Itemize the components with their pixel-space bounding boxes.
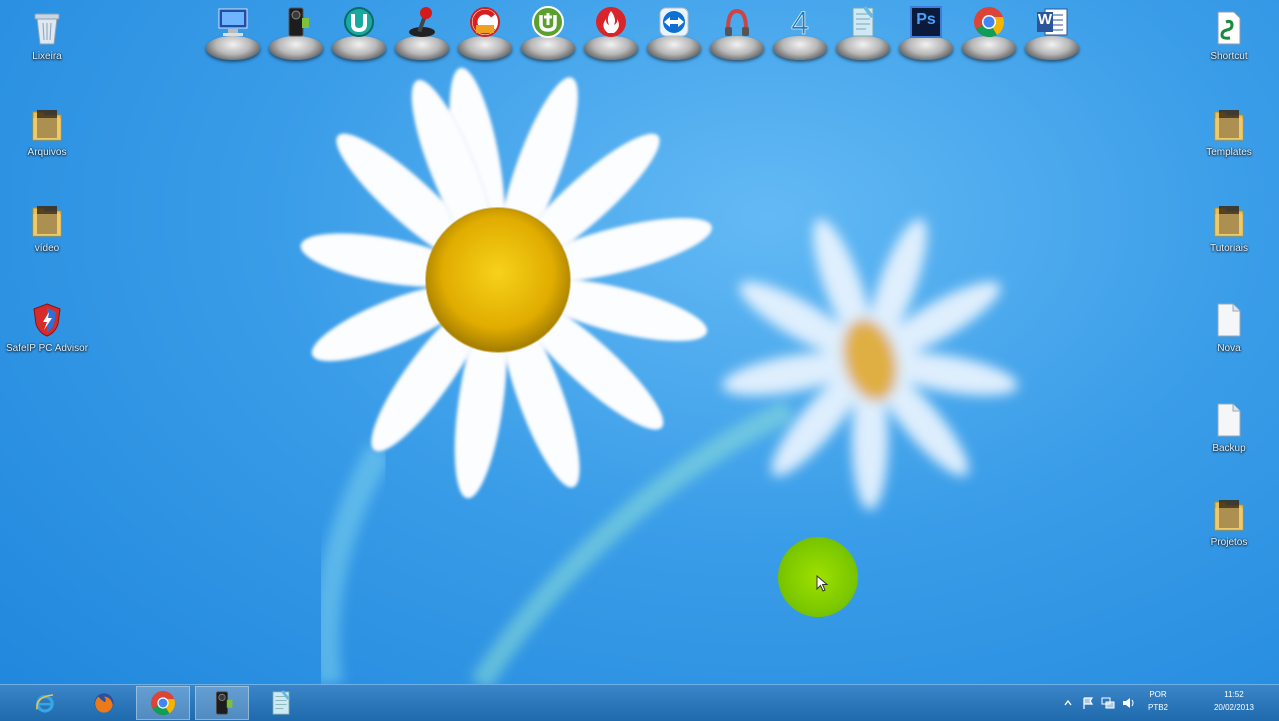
dock-item-game-joystick[interactable] [393, 2, 451, 62]
mouse-pointer-icon [816, 575, 829, 592]
desktop-icon-label: Lixeira [32, 51, 62, 62]
clock-time: 11:52 [1224, 690, 1244, 699]
flag-icon[interactable] [1081, 696, 1095, 710]
folder-icon [1212, 494, 1246, 534]
joystick-icon [404, 2, 440, 42]
desktop-icon-label: Arquivos [27, 147, 67, 158]
folder-icon [1212, 104, 1246, 144]
show-hidden-icons-arrow-icon[interactable] [1061, 696, 1075, 710]
notepad-icon [269, 689, 293, 718]
folder-icon [1212, 200, 1246, 240]
computer-icon [215, 2, 251, 42]
desktop-icon-folder-r1[interactable]: Templates [1187, 104, 1271, 186]
taskbar: POR PTB2 11:52 20/02/2013 [0, 684, 1279, 721]
dock-item-notepad[interactable] [834, 2, 892, 62]
desktop[interactable]: 4 Ps W Lixeira Arquivos vídeo SafeIP PC Advis… [0, 0, 1279, 684]
desktop-icon-label: Projetos [1210, 537, 1248, 548]
taskbar-button-notepad-app[interactable] [254, 686, 308, 720]
wallpaper-daisy [300, 67, 1018, 684]
desktop-icon-folder-r3[interactable]: Projetos [1187, 494, 1271, 576]
desktop-icon-label: Nova [1217, 343, 1241, 354]
dock-item-camera-tool[interactable] [267, 2, 325, 62]
dock-item-four-app[interactable]: 4 [771, 2, 829, 62]
file-icon [1212, 300, 1246, 340]
dock-item-chrome[interactable] [960, 2, 1018, 62]
dock-item-utorrent[interactable] [519, 2, 577, 62]
desktop-icon-label: SafeIP PC Advisor [5, 343, 89, 354]
svg-text:4: 4 [791, 5, 809, 39]
desktop-icon-recycle-bin[interactable]: Lixeira [5, 8, 89, 90]
application-icon [1212, 8, 1246, 48]
taskbar-button-firefox[interactable] [77, 686, 131, 720]
chrome-icon [971, 2, 1007, 42]
notepad-icon [845, 2, 881, 42]
file-icon [1212, 400, 1246, 440]
taskbar-button-internet-explorer[interactable] [18, 686, 72, 720]
four-icon: 4 [782, 2, 818, 42]
camera-icon [210, 689, 234, 718]
desktop-icon-folder-r2[interactable]: Tutoriais [1187, 200, 1271, 282]
dock-item-photoshop[interactable]: Ps [897, 2, 955, 62]
dock-item-uninstaller[interactable] [330, 2, 388, 62]
dock-item-ccleaner[interactable] [456, 2, 514, 62]
desktop-icon-label: Backup [1212, 443, 1246, 454]
firefox-icon [93, 692, 115, 714]
desktop-icon-security-app[interactable]: SafeIP PC Advisor [5, 300, 89, 382]
uninstaller-icon [341, 2, 377, 42]
word-icon: W [1034, 2, 1070, 42]
desktop-icon-shortcut-top[interactable]: Shortcut [1187, 8, 1271, 90]
chrome-icon [149, 689, 176, 716]
flame-disc-icon [593, 2, 629, 42]
internet-explorer-icon [34, 692, 56, 714]
volume-icon[interactable] [1121, 696, 1135, 710]
shield-icon [30, 300, 64, 340]
dock-item-label: Ps [916, 11, 936, 28]
input-language-indicator[interactable]: POR PTB2 [1143, 688, 1173, 714]
camera-icon [278, 2, 314, 42]
taskbar-button-chrome[interactable] [136, 686, 190, 720]
photoshop-icon: Ps [908, 2, 944, 42]
dock-item-recorder[interactable] [708, 2, 766, 62]
desktop-icon-file-r2[interactable]: Backup [1187, 400, 1271, 482]
dock-item-label: W [1037, 11, 1053, 28]
clock-date: 20/02/2013 [1213, 703, 1255, 712]
folder-icon [30, 200, 64, 240]
desktop-icon-label: vídeo [34, 243, 60, 254]
dock-item-burner[interactable] [582, 2, 640, 62]
desktop-icon-folder-1[interactable]: Arquivos [5, 104, 89, 186]
dock: 4 Ps W [196, 0, 1086, 66]
dock-item-teamviewer[interactable] [645, 2, 703, 62]
taskbar-button-camera-app[interactable] [195, 686, 249, 720]
recycle-bin-icon [30, 8, 64, 48]
desktop-icon-folder-2[interactable]: vídeo [5, 200, 89, 282]
folder-icon [30, 104, 64, 144]
desktop-icon-label: Shortcut [1210, 51, 1248, 62]
keyboard-layout: PTB2 [1147, 703, 1168, 712]
language-code: POR [1149, 690, 1167, 699]
recorder-icon [719, 2, 755, 42]
desktop-icon-label: Tutoriais [1210, 243, 1248, 254]
system-tray: POR PTB2 11:52 20/02/2013 [1059, 685, 1279, 721]
utorrent-icon [530, 2, 566, 42]
desktop-icon-label: Templates [1206, 147, 1252, 158]
ccleaner-icon [467, 2, 503, 42]
teamviewer-icon [656, 2, 692, 42]
clock[interactable]: 11:52 20/02/2013 [1201, 688, 1267, 714]
cursor-highlight [778, 537, 858, 617]
dock-item-word[interactable]: W [1023, 2, 1081, 62]
desktop-icon-file-r1[interactable]: Nova [1187, 300, 1271, 382]
dock-item-this-pc[interactable] [204, 2, 262, 62]
network-icon[interactable] [1101, 696, 1115, 710]
